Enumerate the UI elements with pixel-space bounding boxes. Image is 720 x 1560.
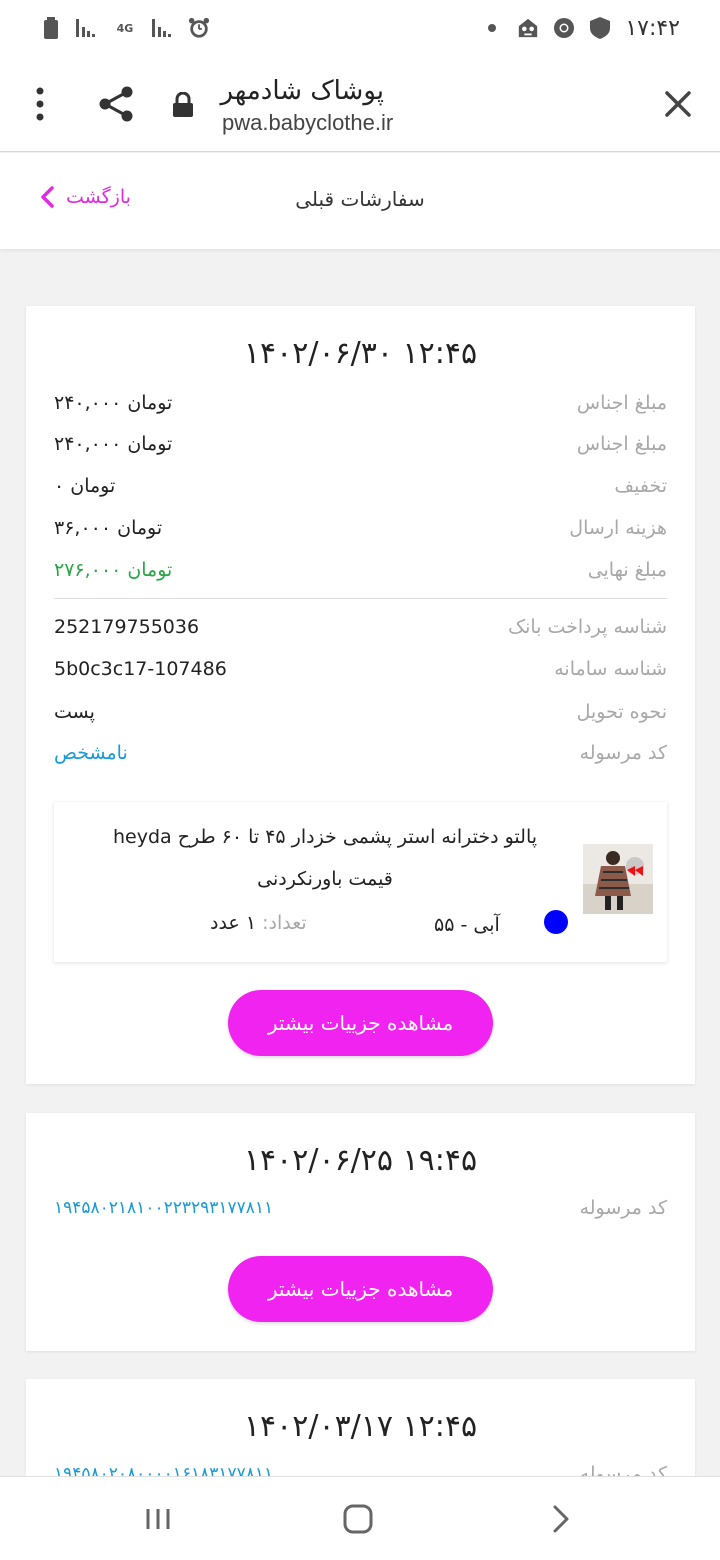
order-row: 5b0c3c17-107486 شناسه سامانه <box>54 654 667 684</box>
row-value: پست <box>54 701 95 723</box>
back-button[interactable]: بازگشت <box>38 185 131 209</box>
color-swatch <box>544 910 568 934</box>
product-variant: آبی - ۵۵ <box>434 914 500 936</box>
order-row: ۱۹۴۵۸۰۲۱۸۱۰۰۲۲۳۲۹۳۱۷۷۸۱۱ کد مرسوله <box>54 1193 667 1223</box>
more-options-icon[interactable] <box>30 84 50 124</box>
lock-icon[interactable] <box>172 91 194 118</box>
row-label: شناسه سامانه <box>554 658 667 680</box>
dot-icon <box>481 17 503 39</box>
order-row: 252179755036 شناسه پرداخت بانک <box>54 612 667 642</box>
chevron-left-icon <box>38 185 56 209</box>
order-card: ۱۴۰۲/۰۶/۲۵ ۱۹:۴۵ ۱۹۴۵۸۰۲۱۸۱۰۰۲۲۳۲۹۳۱۷۷۸۱… <box>26 1113 695 1351</box>
view-details-button[interactable]: مشاهده جزییات بیشتر <box>228 1256 493 1322</box>
browser-site-title: پوشاک شادمهر <box>220 76 384 106</box>
signal-icon-2 <box>152 17 174 39</box>
row-value: ۳۶,۰۰۰ تومان <box>54 517 163 539</box>
system-navigation-bar <box>0 1476 720 1560</box>
alarm-icon <box>188 17 210 39</box>
chrome-icon <box>553 17 575 39</box>
row-label: تخفیف <box>614 475 667 497</box>
home-icon[interactable] <box>340 1501 376 1537</box>
product-image <box>583 844 653 914</box>
order-row: پست نحوه تحویل <box>54 697 667 727</box>
row-label: کد مرسوله <box>579 742 667 764</box>
row-label: نحوه تحویل <box>576 701 667 723</box>
order-row: ۲۴۰,۰۰۰ تومان مبلغ اجناس <box>54 429 667 459</box>
order-row: ۰ تومان تخفیف <box>54 471 667 501</box>
share-icon[interactable] <box>96 84 136 124</box>
signal-icon <box>76 17 98 39</box>
row-label: مبلغ اجناس <box>576 433 667 455</box>
product-title: پالتو دخترانه استر پشمی خزدار ۴۵ تا ۶۰ ط… <box>112 826 538 890</box>
tracking-code-value[interactable]: ۱۹۴۵۸۰۲۱۸۱۰۰۲۲۳۲۹۳۱۷۷۸۱۱ <box>54 1198 273 1218</box>
order-date: ۱۴۰۲/۰۳/۱۷ ۱۲:۴۵ <box>243 1409 478 1444</box>
row-value: 252179755036 <box>54 616 200 638</box>
product-item[interactable]: پالتو دخترانه استر پشمی خزدار ۴۵ تا ۶۰ ط… <box>54 802 667 962</box>
recent-apps-icon[interactable] <box>140 1501 176 1537</box>
row-value: 5b0c3c17-107486 <box>54 658 227 680</box>
row-label: کد مرسوله <box>579 1197 667 1219</box>
battery-icon <box>40 17 62 39</box>
row-value: ۲۴۰,۰۰۰ تومان <box>54 433 173 455</box>
order-date: ۱۴۰۲/۰۶/۳۰ ۱۲:۴۵ <box>243 336 478 371</box>
row-value: ۰ تومان <box>54 475 116 497</box>
back-nav-icon[interactable] <box>542 1501 578 1537</box>
order-card: ۱۴۰۲/۰۶/۳۰ ۱۲:۴۵ ۲۴۰,۰۰۰ تومان مبلغ اجنا… <box>26 306 695 1084</box>
clock: ۱۷:۴۲ <box>625 15 680 41</box>
back-label: بازگشت <box>66 186 131 208</box>
order-row: نامشخص کد مرسوله <box>54 738 667 768</box>
browser-url[interactable]: pwa.babyclothe.ir <box>222 110 393 136</box>
quantity-label: تعداد: <box>262 912 307 934</box>
order-row: ۲۴۰,۰۰۰ تومان مبلغ اجناس <box>54 388 667 418</box>
row-label: مبلغ اجناس <box>576 392 667 414</box>
app-header: سفارشات قبلی بازگشت <box>0 153 720 249</box>
quantity-value: ۱ عدد <box>210 912 257 934</box>
order-date: ۱۴۰۲/۰۶/۲۵ ۱۹:۴۵ <box>243 1143 478 1178</box>
row-label: شناسه پرداخت بانک <box>508 616 667 638</box>
close-icon[interactable] <box>658 84 698 124</box>
row-label: هزینه ارسال <box>569 517 667 539</box>
view-details-button[interactable]: مشاهده جزییات بیشتر <box>228 990 493 1056</box>
browser-toolbar: پوشاک شادمهر pwa.babyclothe.ir <box>0 56 720 152</box>
status-bar: 4G ۱۷:۴۲ <box>0 0 720 56</box>
order-row: ۳۶,۰۰۰ تومان هزینه ارسال <box>54 513 667 543</box>
network-4g-icon: 4G <box>116 21 134 35</box>
app-notification-icon <box>517 17 539 39</box>
row-value: ۲۴۰,۰۰۰ تومان <box>54 392 173 414</box>
product-quantity: تعداد: ۱ عدد <box>210 912 307 934</box>
tracking-code-value[interactable]: نامشخص <box>54 742 128 764</box>
shield-icon <box>589 17 611 39</box>
final-price-value: ۲۷۶,۰۰۰ تومان <box>54 559 173 581</box>
divider <box>54 598 667 599</box>
row-label: مبلغ نهایی <box>587 559 667 581</box>
order-row: ۲۷۶,۰۰۰ تومان مبلغ نهایی <box>54 555 667 585</box>
